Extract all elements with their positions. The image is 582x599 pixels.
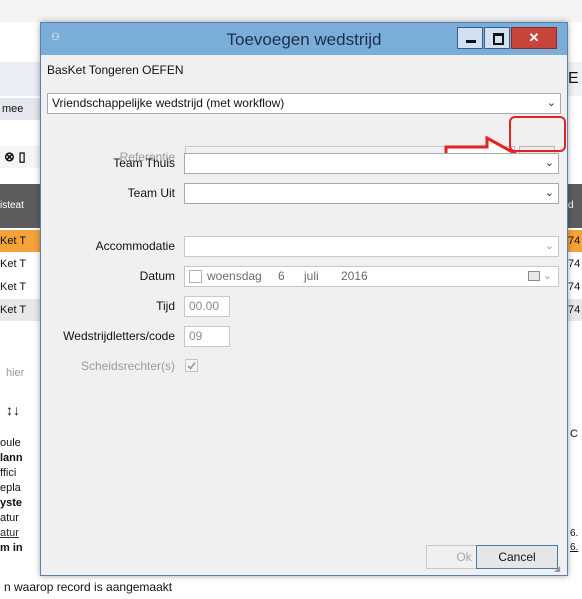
bg-right-val: 6. xyxy=(570,528,578,539)
bg-right-header: E xyxy=(568,62,582,96)
label-datum: Datum xyxy=(139,269,175,283)
bg-header-band xyxy=(0,62,40,96)
dialog-titlebar[interactable]: ⚇ Toevoegen wedstrijd ✕ xyxy=(41,23,567,55)
status-line-text: n waarop record is aangemaakt xyxy=(4,580,173,594)
bg-right-grid-header: d xyxy=(568,184,582,228)
tijd-field[interactable]: 00.00 xyxy=(184,296,230,317)
organization-label: BasKet Tongeren OEFEN xyxy=(47,63,184,77)
minimize-button[interactable] xyxy=(457,27,483,49)
bg-right-c-text: C xyxy=(570,428,578,440)
highlight-box xyxy=(509,116,566,152)
bg-row[interactable]: Ket T xyxy=(0,299,40,321)
bg-right-row[interactable]: 74 xyxy=(568,299,582,321)
bg-right-val: 6. xyxy=(570,542,578,553)
calendar-icon[interactable] xyxy=(528,271,540,281)
date-dayname: woensdag xyxy=(207,269,262,283)
code-value: 09 xyxy=(189,329,203,343)
label-accommodatie: Accommodatie xyxy=(95,239,175,253)
chevron-down-icon: ⌄ xyxy=(544,240,554,252)
label-team-thuis: Team Thuis xyxy=(113,156,175,170)
bg-row-selected[interactable]: Ket T xyxy=(0,230,40,252)
bg-sort-glyph: ↕↓ xyxy=(6,402,20,418)
bg-row-text: Ket T xyxy=(0,281,27,293)
bg-right-val-text: 6. xyxy=(570,542,579,553)
match-type-value: Vriendschappelijke wedstrijd (met workfl… xyxy=(52,96,285,110)
team-uit-select[interactable]: ⌄ xyxy=(184,183,559,204)
datum-picker[interactable]: woensdag 6 juli 2016 ⌄ xyxy=(184,266,559,287)
chevron-down-icon: ⌄ xyxy=(544,157,554,169)
bg-side-item: lann xyxy=(0,452,23,464)
bg-row-text: Ket T xyxy=(0,304,27,316)
bg-toolbar: ⊗ ▯ xyxy=(0,146,44,168)
checkmark-icon xyxy=(187,362,196,370)
bg-side-item: epla xyxy=(0,482,21,494)
date-day: 6 xyxy=(278,269,285,283)
bg-row[interactable]: Ket T xyxy=(0,253,40,275)
bg-tab[interactable]: mee xyxy=(0,98,42,120)
date-checkbox[interactable] xyxy=(189,270,202,283)
bg-side-item: ffici xyxy=(0,467,17,479)
code-field[interactable]: 09 xyxy=(184,326,230,347)
bg-right-header-text: E xyxy=(568,70,579,87)
bg-right-row[interactable]: 74 xyxy=(568,276,582,298)
label-scheidsrechters: Scheidsrechter(s) xyxy=(80,359,175,373)
bg-row[interactable]: Ket T xyxy=(0,276,40,298)
bg-row-text: Ket T xyxy=(0,258,27,270)
bg-tab-label: mee xyxy=(2,103,24,115)
bg-right-row[interactable]: 74 xyxy=(568,230,582,252)
label-tijd: Tijd xyxy=(156,299,175,313)
bg-right-header-cell: d xyxy=(568,200,574,211)
label-team-uit: Team Uit xyxy=(127,186,175,200)
close-icon: ✕ xyxy=(528,30,540,45)
bg-side-item: atur xyxy=(0,527,19,539)
bg-grid-header: isteat xyxy=(0,184,40,228)
bg-row-text: Ket T xyxy=(0,235,27,247)
bg-right-cell: 74 xyxy=(568,304,581,316)
chevron-down-icon: ⌄ xyxy=(542,270,552,282)
bg-right-row[interactable]: 74 xyxy=(568,253,582,275)
bg-right-c: C xyxy=(570,428,578,440)
bg-side-item: m in xyxy=(0,542,23,554)
date-month: juli xyxy=(304,269,319,283)
top-strip xyxy=(0,0,582,22)
bg-right-cell: 74 xyxy=(568,281,581,293)
bg-side-list: oule lann ffici epla yste atur atur m in xyxy=(0,436,40,556)
match-type-select[interactable]: Vriendschappelijke wedstrijd (met workfl… xyxy=(47,93,561,114)
bg-side-item: yste xyxy=(0,497,23,509)
bg-side-item: atur xyxy=(0,512,19,524)
team-thuis-select[interactable]: ⌄ xyxy=(184,153,559,174)
bg-right-cell: 74 xyxy=(568,235,581,247)
tijd-value: 00.00 xyxy=(189,299,220,313)
date-year: 2016 xyxy=(341,269,368,283)
label-code: Wedstrijdletters/code xyxy=(63,329,175,343)
chevron-down-icon: ⌄ xyxy=(544,187,554,199)
bg-sort-icon[interactable]: ↕↓ xyxy=(6,402,20,418)
status-line: n waarop record is aangemaakt xyxy=(0,576,582,599)
chevron-down-icon: ⌄ xyxy=(546,97,556,109)
resize-grip-icon[interactable]: ◢ xyxy=(554,564,564,574)
bg-side-item: oule xyxy=(0,437,21,449)
bg-grid-header-text: isteat xyxy=(0,200,24,211)
cancel-button[interactable]: Cancel xyxy=(476,545,558,569)
close-button[interactable]: ✕ xyxy=(511,27,557,49)
bg-search-hint-text: hier xyxy=(6,367,25,379)
bg-right-val-text: 6. xyxy=(570,528,579,539)
maximize-button[interactable] xyxy=(484,27,510,49)
scheids-checkbox[interactable] xyxy=(185,359,198,372)
accommodatie-select[interactable]: ⌄ xyxy=(184,236,559,257)
bg-right-cell: 74 xyxy=(568,258,581,270)
